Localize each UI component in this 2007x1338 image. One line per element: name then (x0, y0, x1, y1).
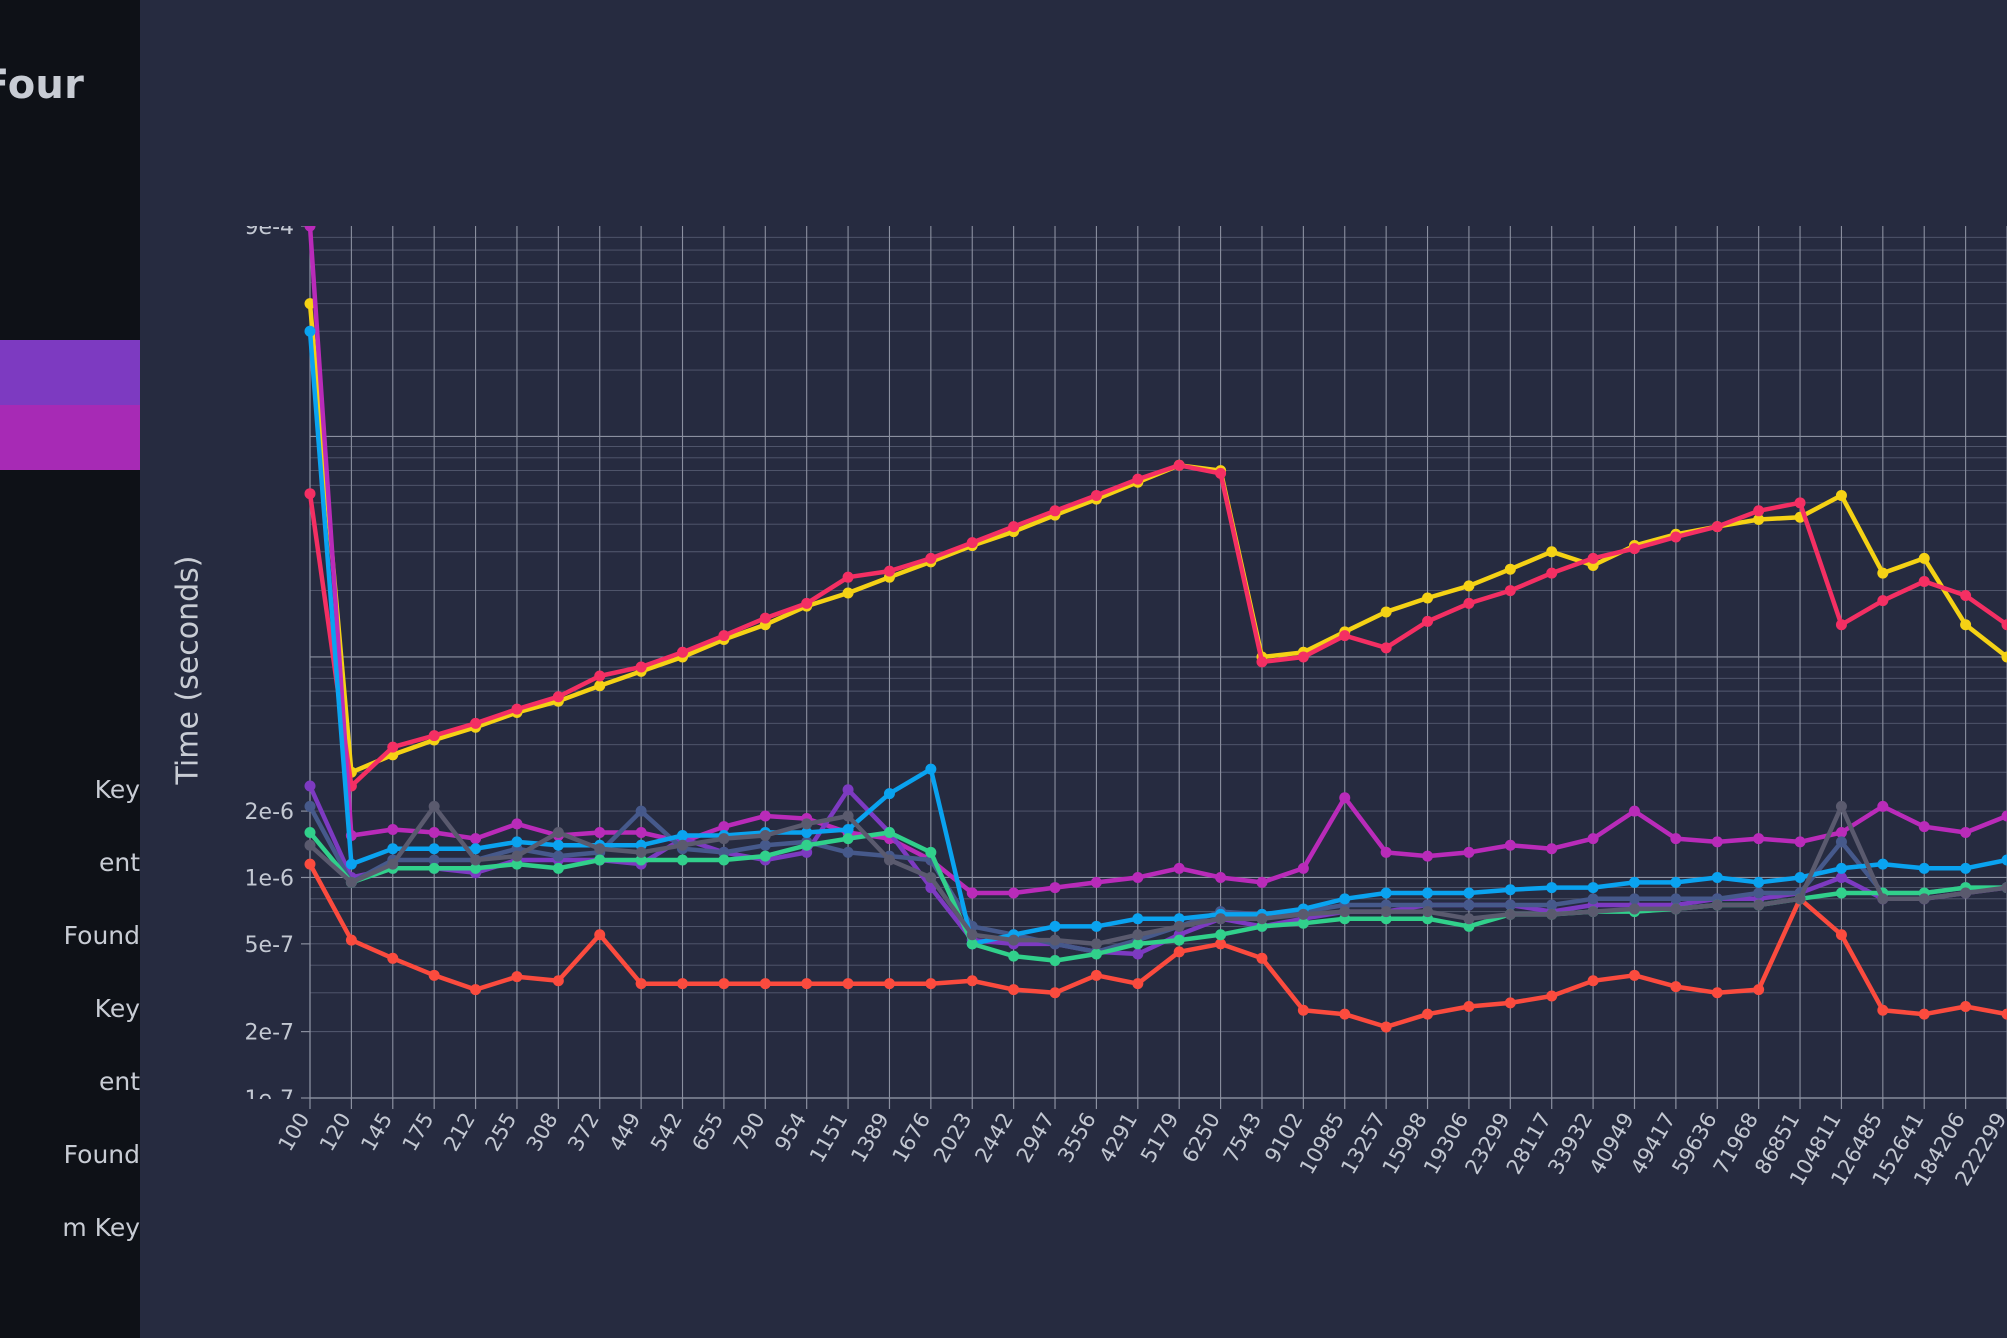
svg-text:2e-7: 2e-7 (245, 1021, 294, 1046)
sidebar-color-swatch-magenta[interactable] (0, 405, 140, 470)
sidebar-title: Four (0, 62, 84, 108)
sidebar-item-ternary-random-key[interactable]: m Key (0, 1213, 140, 1242)
sidebar-item-linear-random-key[interactable]: Key (0, 775, 140, 804)
svg-text:2e-6: 2e-6 (245, 800, 294, 825)
chart-panel: Linear Search with Random Key Linear Sea… (140, 0, 2007, 1338)
sidebar-item-binary-key-not-found[interactable]: Found (0, 1140, 140, 1169)
sidebar: Four Key ent Found Key ent Found m Key (0, 0, 140, 1338)
sidebar-item-binary-random-key[interactable]: Key (0, 994, 140, 1023)
app-root: Four Key ent Found Key ent Found m Key L… (0, 0, 2007, 1338)
sidebar-color-swatch-purple[interactable] (0, 340, 140, 405)
svg-text:1e-6: 1e-6 (245, 866, 294, 891)
chart-plot-area: 9e-42e-61e-65e-72e-71e-71001201451752122… (140, 0, 2007, 1338)
sidebar-item-linear-key-not-found[interactable]: Found (0, 921, 140, 950)
svg-text:5e-7: 5e-7 (245, 933, 294, 958)
sidebar-item-linear-first-element[interactable]: ent (0, 848, 140, 877)
sidebar-item-binary-first-element[interactable]: ent (0, 1067, 140, 1096)
chart-svg: 9e-42e-61e-65e-72e-71e-71001201451752122… (140, 0, 2007, 1338)
